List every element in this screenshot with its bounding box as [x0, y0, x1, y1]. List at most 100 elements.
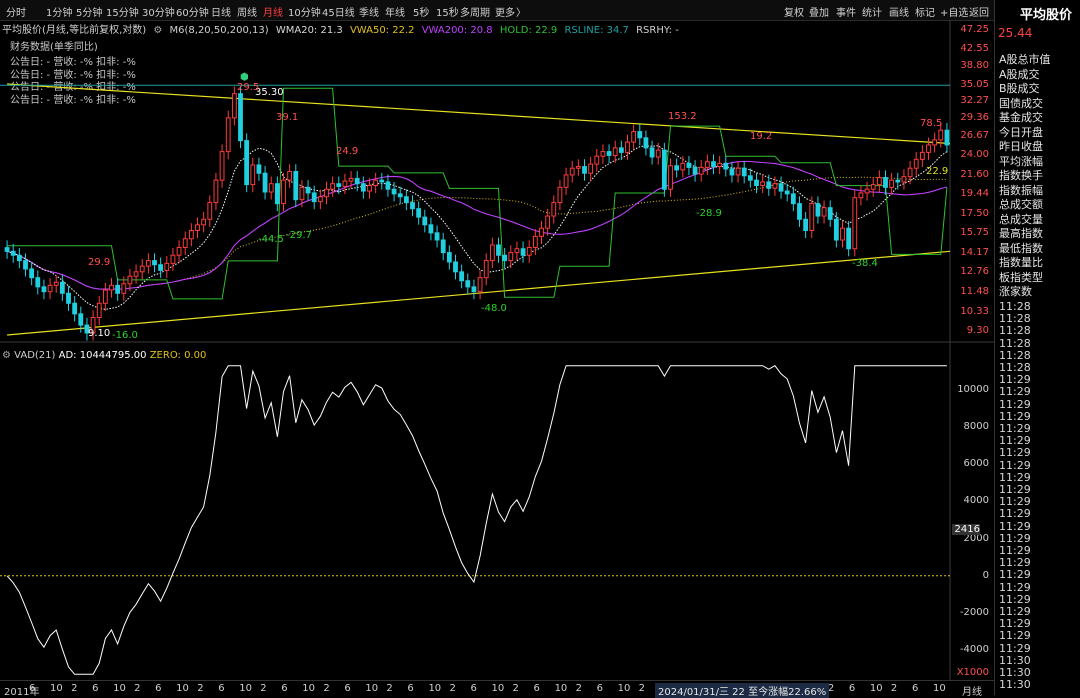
candle-body	[428, 224, 434, 234]
x-tick: 2	[260, 683, 267, 694]
tick-time: 11:29	[999, 483, 1031, 496]
candle-body	[594, 155, 600, 165]
x-tick: 6	[596, 683, 603, 694]
x-tick: 2	[197, 683, 204, 694]
candle-body	[741, 167, 747, 177]
candle-body	[385, 181, 391, 190]
candle-body	[840, 227, 845, 241]
candle-body	[790, 193, 796, 205]
right-panel-title: 平均股价	[1020, 8, 1073, 23]
candle-body	[551, 202, 557, 217]
x-tick: 10	[617, 683, 631, 694]
vad-title: VAD(21)	[14, 350, 56, 361]
right-panel-price: 25.44	[998, 26, 1033, 40]
tick-time: 11:29	[999, 641, 1031, 655]
x-tick: 10	[302, 683, 316, 694]
chart-annotation: 29.5	[237, 82, 260, 93]
candle-body	[735, 167, 741, 176]
candle-body	[919, 151, 925, 160]
candle-body	[514, 248, 520, 254]
tick-time: 11:29	[999, 446, 1031, 460]
candle-body	[78, 313, 84, 326]
chart-annotation: 22.9	[926, 166, 949, 177]
x-tick: 10	[365, 683, 379, 694]
candle-body	[582, 166, 587, 174]
candle-body	[281, 179, 286, 205]
tick-time: 11:29	[999, 617, 1031, 631]
candle-body	[692, 166, 698, 175]
candle-body	[889, 179, 895, 188]
tick-time: 11:29	[999, 519, 1031, 533]
candle-body	[563, 174, 569, 188]
candle-body	[913, 158, 919, 169]
candle-body	[348, 177, 354, 182]
candle-body	[483, 260, 489, 279]
candle-body	[170, 254, 176, 264]
candle-body	[833, 218, 839, 241]
candle-body	[729, 168, 735, 176]
price-chart[interactable]	[0, 0, 994, 695]
candle-body	[440, 239, 446, 254]
candle-body	[397, 193, 403, 198]
candle-body	[876, 177, 882, 186]
x-tick: 10	[554, 683, 568, 694]
vad-gear-icon[interactable]: ⚙	[2, 350, 11, 361]
panel-item[interactable]: 涨家数	[999, 283, 1032, 299]
candle-body	[803, 218, 809, 232]
candle-body	[250, 164, 256, 186]
candle-body	[453, 261, 458, 273]
candle-body	[477, 277, 483, 293]
price-tick: 17.50	[960, 207, 989, 219]
price-tick: 26.67	[960, 129, 989, 141]
vad-line	[6, 365, 947, 675]
candle-body	[784, 190, 790, 195]
candle-body	[827, 207, 833, 220]
candle-body	[846, 227, 852, 250]
tick-time: 11:28	[999, 336, 1031, 350]
x-tick: 10	[113, 683, 126, 694]
candle-body	[532, 235, 538, 248]
price-tick: 42.55	[960, 43, 989, 55]
x-tick: 6	[218, 683, 225, 694]
candle-body	[698, 166, 704, 175]
tick-time: 11:28	[999, 324, 1031, 338]
chart-annotation: 29.9	[88, 257, 111, 268]
candle-body	[772, 183, 778, 189]
tick-time: 11:29	[999, 605, 1031, 618]
x-tick: 2	[71, 683, 78, 694]
x-tick: 2	[449, 683, 456, 694]
x-tick: 2	[134, 683, 141, 694]
candle-body	[287, 171, 293, 181]
chart-annotation: 9.10	[88, 328, 111, 339]
x-tick: 2	[386, 683, 393, 694]
candle-body	[410, 202, 415, 210]
candle-body	[336, 183, 342, 187]
candle-body	[391, 188, 397, 195]
price-tick: 12.76	[960, 266, 989, 278]
candle-body	[145, 260, 151, 267]
candle-body	[539, 227, 544, 237]
candle-body	[201, 218, 207, 226]
candle-body	[293, 171, 299, 201]
vad-unit: X1000	[956, 667, 989, 678]
candle-body	[422, 216, 428, 226]
price-tick: 15.75	[960, 227, 989, 239]
candle-body	[182, 238, 188, 248]
candle-body	[4, 247, 10, 252]
candle-body	[47, 284, 53, 293]
candle-body	[864, 188, 870, 194]
price-tick: 11.48	[960, 285, 989, 297]
chart-annotation: 39.1	[276, 112, 299, 123]
tick-time: 11:29	[999, 531, 1031, 545]
chart-annotation: -29.7	[286, 230, 312, 241]
chart-annotation: 78.5	[920, 118, 943, 129]
x-tick: 6	[29, 683, 36, 694]
candle-body	[176, 246, 182, 256]
tick-time: 11:29	[999, 507, 1031, 521]
candle-body	[96, 302, 102, 319]
candle-body	[158, 264, 164, 271]
candle-body	[668, 165, 673, 190]
candle-body	[766, 181, 772, 189]
candle-body	[526, 246, 532, 256]
peak-marker-icon: ⬢	[240, 72, 249, 83]
